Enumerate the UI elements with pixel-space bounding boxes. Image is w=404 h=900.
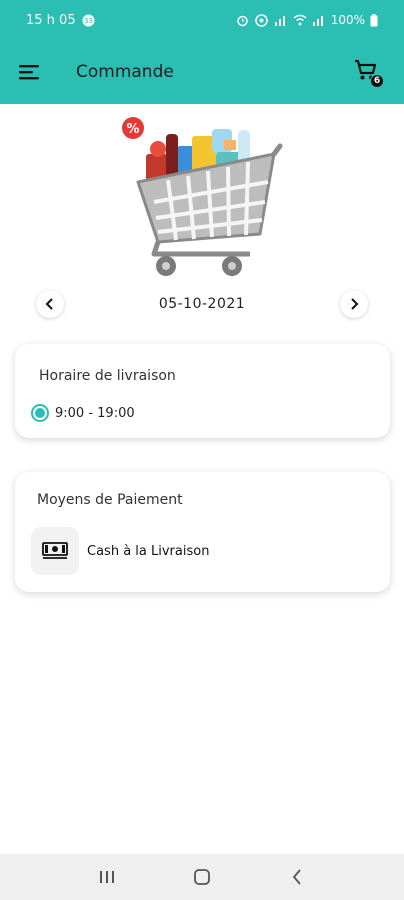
shopping-cart-illustration: % [118,114,288,284]
schedule-option-label: 9:00 - 19:00 [55,405,135,421]
date-selector: 05-10-2021 [36,290,368,318]
schedule-option[interactable]: 9:00 - 19:00 [31,404,135,422]
delivery-schedule-title: Horaire de livraison [39,368,176,384]
status-left: 15 h 05 33 [26,13,95,28]
back-button[interactable] [277,857,317,897]
signal-icon-2 [312,14,326,26]
cart-count-badge: 6 [370,74,384,88]
next-date-button[interactable] [340,290,368,318]
previous-date-button[interactable] [36,290,64,318]
promo-badge: % [126,122,139,137]
payment-methods-card: Moyens de Paiement Cash à la Livraison [15,472,390,592]
chevron-left-icon [45,298,53,310]
battery-percent: 100% [330,13,365,27]
system-navigation-bar [0,854,404,900]
radio-selected-dot [35,408,45,418]
status-time: 15 h 05 [26,12,76,28]
payment-method-item[interactable]: Cash à la Livraison [31,527,209,575]
chevron-right-icon [351,298,359,310]
notification-icon: 33 [82,14,95,27]
menu-icon [19,65,39,80]
recent-apps-icon [100,871,115,883]
battery-icon [370,13,378,27]
payment-methods-title: Moyens de Paiement [37,492,183,508]
status-bar: 15 h 05 33 100% [0,0,404,40]
payment-method-label: Cash à la Livraison [87,543,210,559]
menu-button[interactable] [18,60,42,84]
selected-date: 05-10-2021 [158,296,246,312]
page-title: Commande [76,62,174,82]
cash-icon [31,527,79,575]
svg-text:33: 33 [84,17,93,25]
signal-icon [274,14,288,26]
wifi-icon [293,14,307,26]
cart-button[interactable]: 6 [354,58,384,88]
status-right: 100% [236,13,378,27]
home-button[interactable] [182,857,222,897]
sim-icon [254,13,269,27]
radio-button[interactable] [31,404,49,422]
back-icon [292,869,301,885]
app-bar: Commande 6 [0,40,404,104]
home-icon [194,869,210,885]
alarm-icon [236,14,249,27]
recent-apps-button[interactable] [87,857,127,897]
delivery-schedule-card: Horaire de livraison 9:00 - 19:00 [15,344,390,438]
